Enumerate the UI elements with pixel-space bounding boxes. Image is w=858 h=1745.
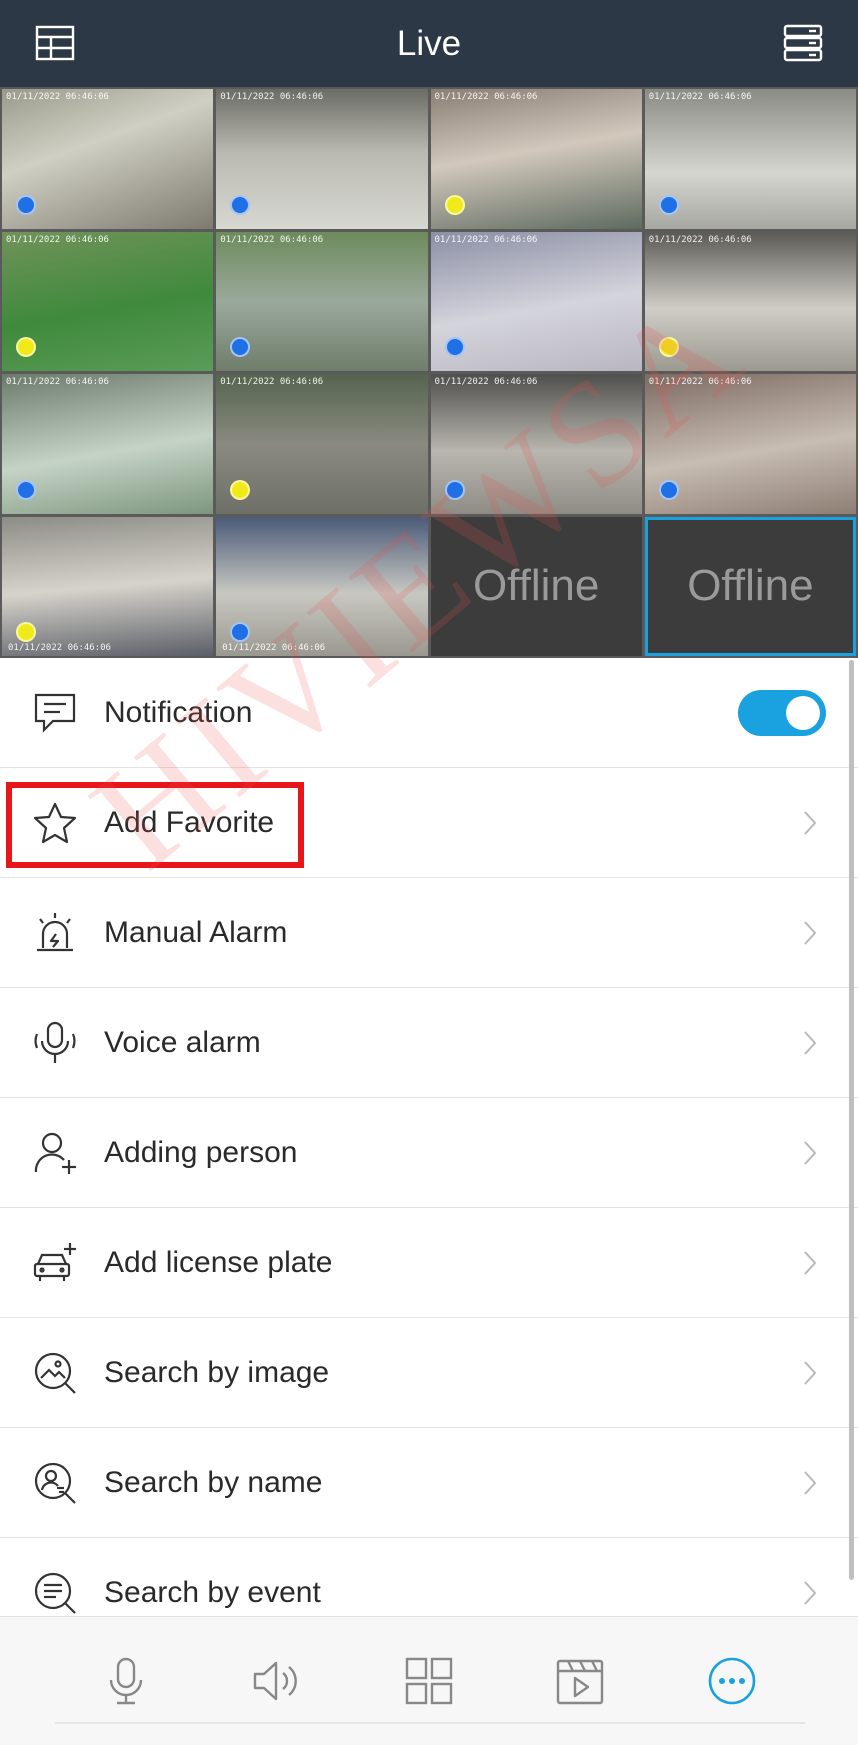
camera-timestamp: 01/11/2022 06:46:06 [8, 643, 111, 653]
microphone-icon[interactable] [94, 1649, 158, 1713]
offline-label: Offline [687, 561, 814, 611]
camera-timestamp: 01/11/2022 06:46:06 [6, 377, 109, 387]
camera-status-dot [658, 337, 679, 357]
camera-tile[interactable]: 01/11/2022 06:46:06 [2, 374, 214, 514]
camera-status-dot [444, 194, 465, 215]
notification-toggle[interactable] [738, 690, 826, 736]
camera-tile[interactable]: 01/11/2022 06:46:06 [430, 231, 642, 371]
camera-tile[interactable]: 01/11/2022 06:46:06 [216, 516, 428, 656]
menu-item-label: Adding person [104, 1136, 298, 1169]
event-search-icon [30, 1570, 80, 1616]
menu-scrollbar[interactable] [849, 660, 854, 1580]
camera-tile[interactable]: 01/11/2022 06:46:06 [216, 374, 428, 514]
menu-item-label: Manual Alarm [104, 916, 288, 949]
camera-tile-offline-selected[interactable]: Offline [644, 516, 856, 656]
camera-status-dot [16, 479, 36, 500]
camera-timestamp: 01/11/2022 06:46:06 [6, 234, 109, 245]
highlight-box [6, 782, 304, 868]
camera-timestamp: 01/11/2022 06:46:06 [220, 377, 324, 387]
camera-timestamp: 01/11/2022 06:46:06 [434, 377, 538, 387]
camera-tile[interactable]: 01/11/2022 06:46:06 [2, 89, 214, 229]
live-options-menu: Notification Add Favorite Manual Alarm V… [0, 658, 858, 1616]
menu-item-adding-person[interactable]: Adding person [0, 1098, 858, 1208]
more-icon[interactable] [700, 1649, 764, 1713]
menu-item-label: Notification [104, 696, 253, 729]
playback-icon[interactable] [548, 1649, 612, 1713]
menu-item-search-by-event[interactable]: Search by event [0, 1538, 858, 1616]
name-search-icon [30, 1460, 80, 1506]
camera-status-dot [230, 622, 251, 642]
page-title: Live [396, 24, 462, 63]
camera-timestamp: 01/11/2022 06:46:06 [434, 234, 538, 245]
camera-tile[interactable]: 01/11/2022 06:46:06 [644, 231, 856, 371]
camera-tile[interactable]: 01/11/2022 06:46:06 [216, 89, 428, 229]
menu-item-notification[interactable]: Notification [0, 658, 858, 768]
menu-item-label: Search by name [104, 1466, 323, 1499]
grid-icon[interactable] [397, 1649, 461, 1713]
chevron-right-icon [804, 811, 817, 835]
message-icon [30, 690, 80, 736]
camera-tile[interactable]: 01/11/2022 06:46:06 [644, 89, 856, 229]
chevron-right-icon [804, 1251, 817, 1275]
camera-tile[interactable]: 01/11/2022 06:46:06 [2, 231, 214, 371]
camera-tile[interactable]: 01/11/2022 06:46:06 [644, 374, 856, 514]
camera-status-dot [230, 194, 251, 215]
camera-timestamp: 01/11/2022 06:46:06 [220, 234, 324, 245]
chevron-right-icon [804, 1471, 817, 1495]
camera-tile[interactable]: 01/11/2022 06:46:06 [216, 231, 428, 371]
bottom-toolbar [0, 1616, 858, 1745]
camera-tile-offline[interactable]: Offline [430, 516, 642, 656]
menu-item-search-by-image[interactable]: Search by image [0, 1318, 858, 1428]
camera-status-dot [230, 479, 251, 500]
menu-item-label: Add license plate [104, 1246, 333, 1279]
top-app-bar: Live [0, 0, 858, 87]
chevron-right-icon [804, 1141, 817, 1165]
camera-timestamp: 01/11/2022 06:46:06 [648, 377, 752, 387]
camera-status-dot [16, 622, 36, 642]
chevron-right-icon [804, 1031, 817, 1055]
alarm-light-icon [30, 910, 80, 956]
camera-status-dot [444, 479, 465, 500]
menu-item-voice-alarm[interactable]: Voice alarm [0, 988, 858, 1098]
home-indicator [55, 1722, 805, 1724]
speaker-icon[interactable] [245, 1649, 309, 1713]
device-list-icon[interactable] [778, 18, 828, 68]
camera-tile[interactable]: 01/11/2022 06:46:06 [430, 89, 642, 229]
menu-item-label: Search by event [104, 1576, 321, 1609]
camera-status-dot [16, 337, 36, 357]
camera-timestamp: 01/11/2022 06:46:06 [648, 92, 752, 102]
menu-item-manual-alarm[interactable]: Manual Alarm [0, 878, 858, 988]
camera-timestamp: 01/11/2022 06:46:06 [648, 234, 752, 245]
person-add-icon [30, 1130, 80, 1176]
camera-status-dot [16, 194, 36, 215]
image-search-icon [30, 1350, 80, 1396]
chevron-right-icon [804, 1581, 817, 1605]
chevron-right-icon [804, 921, 817, 945]
camera-tile[interactable]: 01/11/2022 06:46:06 [430, 374, 642, 514]
camera-status-dot [658, 479, 679, 500]
offline-label: Offline [472, 561, 600, 611]
camera-timestamp: 01/11/2022 06:46:06 [220, 92, 324, 102]
menu-item-add-license-plate[interactable]: Add license plate [0, 1208, 858, 1318]
menu-item-search-by-name[interactable]: Search by name [0, 1428, 858, 1538]
camera-status-dot [658, 194, 679, 215]
chevron-right-icon [804, 1361, 817, 1385]
camera-timestamp: 01/11/2022 06:46:06 [6, 92, 109, 102]
camera-status-dot [230, 337, 251, 357]
menu-item-label: Search by image [104, 1356, 330, 1389]
toggle-knob [786, 696, 820, 730]
menu-item-label: Voice alarm [104, 1026, 261, 1059]
car-add-icon [30, 1240, 80, 1286]
camera-timestamp: 01/11/2022 06:46:06 [434, 92, 538, 102]
mic-alarm-icon [30, 1020, 80, 1066]
camera-timestamp: 01/11/2022 06:46:06 [222, 643, 326, 653]
camera-tile[interactable]: 01/11/2022 06:46:06 [2, 516, 214, 656]
camera-grid: 01/11/2022 06:46:06 01/11/2022 06:46:06 … [0, 87, 858, 658]
camera-status-dot [444, 337, 465, 357]
